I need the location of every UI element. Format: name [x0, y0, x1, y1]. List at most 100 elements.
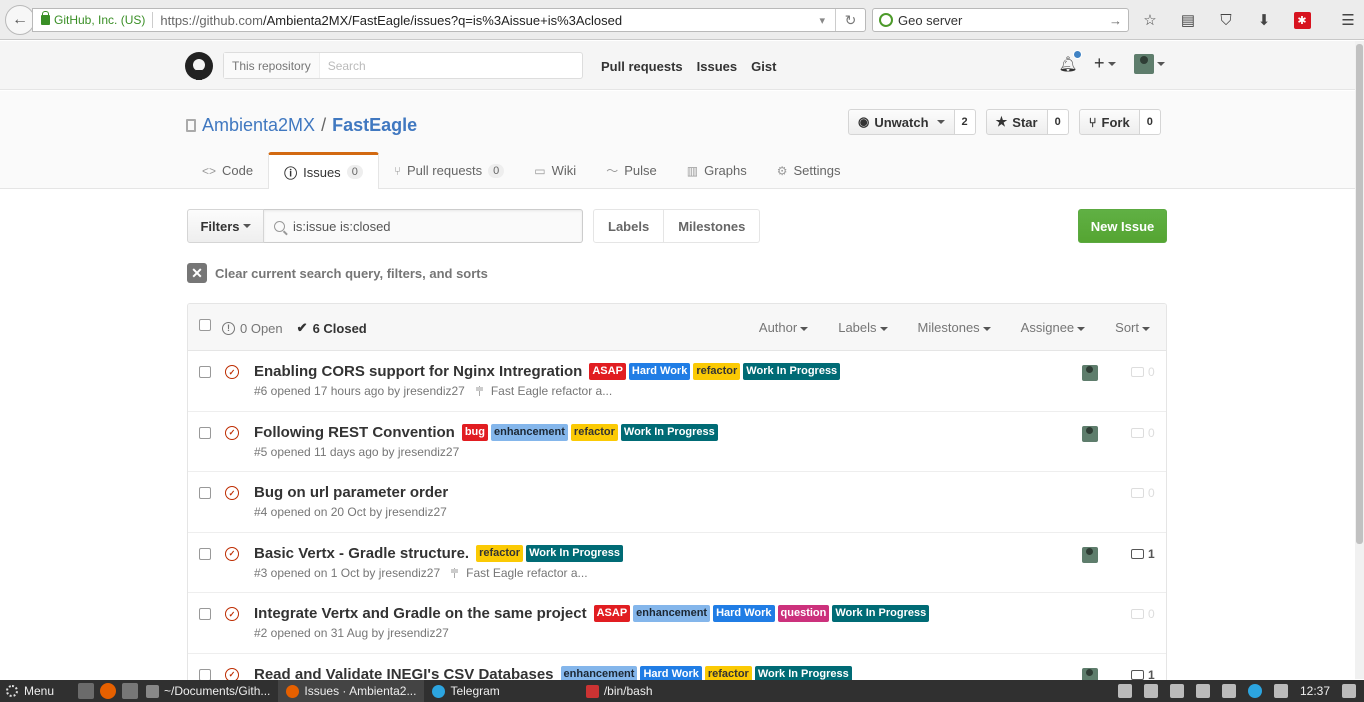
arrow-right-icon[interactable]: →: [1109, 13, 1122, 28]
tab-pulse[interactable]: 〜 Pulse: [591, 152, 672, 189]
create-new-button[interactable]: +: [1094, 53, 1116, 74]
user-icon[interactable]: [1117, 684, 1132, 698]
tab-code[interactable]: <> Code: [187, 152, 268, 189]
task-firefox[interactable]: Issues · Ambienta2...: [278, 680, 425, 702]
label-hard-work[interactable]: Hard Work: [628, 363, 691, 380]
stargazers-count[interactable]: 0: [1047, 109, 1069, 135]
nav-pull-requests[interactable]: Pull requests: [601, 59, 683, 74]
label-refactor[interactable]: refactor: [476, 544, 524, 562]
tab-graphs[interactable]: ▥ Graphs: [672, 152, 762, 189]
assignee-avatar[interactable]: [1082, 365, 1098, 381]
power-icon[interactable]: [1342, 684, 1356, 698]
search-input[interactable]: Search: [320, 59, 366, 73]
forks-count[interactable]: 0: [1139, 109, 1161, 135]
nav-issues[interactable]: Issues: [697, 59, 737, 74]
label-work-in-progress[interactable]: Work In Progress: [526, 544, 623, 562]
page-scrollbar[interactable]: [1355, 41, 1364, 679]
labels-filter[interactable]: Labels: [838, 320, 888, 335]
user-menu[interactable]: [1133, 53, 1165, 74]
issue-checkbox[interactable]: [199, 426, 211, 439]
bluetooth-icon[interactable]: [1143, 684, 1158, 698]
bookmark-star-icon[interactable]: ☆: [1140, 10, 1160, 30]
comments-link[interactable]: 0: [1131, 486, 1155, 500]
closed-issues-filter[interactable]: ✔ 6 Closed: [297, 320, 367, 336]
browser-search-input[interactable]: Geo server: [898, 13, 962, 28]
firefox-launcher-icon[interactable]: [100, 683, 116, 699]
label-bug[interactable]: bug: [461, 423, 488, 441]
comments-link[interactable]: 0: [1131, 426, 1155, 440]
site-identity[interactable]: GitHub, Inc. (US): [33, 11, 145, 27]
label-hard-work[interactable]: Hard Work: [713, 605, 775, 622]
label-work-in-progress[interactable]: Work In Progress: [743, 363, 841, 380]
issue-title-link[interactable]: Enabling CORS support for Nginx Intregra…: [254, 363, 582, 380]
issue-title-link[interactable]: Bug on url parameter order: [254, 484, 448, 501]
milestones-filter[interactable]: Milestones: [918, 320, 991, 335]
label-refactor[interactable]: refactor: [570, 423, 618, 441]
chevron-down-icon[interactable]: ▾: [819, 14, 825, 27]
reading-list-icon[interactable]: ▤: [1178, 10, 1198, 30]
label-refactor[interactable]: refactor: [693, 363, 741, 380]
assignee-avatar[interactable]: [1082, 425, 1098, 442]
label-work-in-progress[interactable]: Work In Progress: [832, 605, 930, 622]
back-button[interactable]: ←: [5, 4, 35, 35]
issue-checkbox[interactable]: [199, 608, 211, 620]
task-file-manager[interactable]: ~/Documents/Gith...: [138, 680, 278, 702]
github-logo-icon[interactable]: [185, 52, 213, 80]
comments-link[interactable]: 1: [1131, 547, 1155, 561]
tab-settings[interactable]: ⚙ Settings: [762, 152, 856, 189]
milestone-link[interactable]: Fast Eagle refactor a...: [475, 384, 612, 398]
url-text[interactable]: https://github.com/Ambienta2MX/FastEagle…: [160, 13, 622, 28]
telegram-tray-icon[interactable]: [1247, 684, 1262, 698]
comments-link[interactable]: 0: [1131, 365, 1155, 379]
folder-launcher-icon[interactable]: [122, 683, 138, 699]
reload-icon[interactable]: ↻: [835, 9, 865, 31]
fork-button[interactable]: ⑂ Fork: [1078, 109, 1140, 135]
select-all-checkbox[interactable]: [199, 319, 211, 331]
tab-issues[interactable]: ⓘ Issues 0: [268, 152, 379, 189]
site-search[interactable]: This repository Search: [223, 52, 583, 79]
pocket-icon[interactable]: ⛉: [1216, 10, 1236, 30]
clipboard-icon[interactable]: [1221, 684, 1236, 698]
notifications-bell-icon[interactable]: 🔔︎: [1058, 49, 1082, 74]
assignee-filter[interactable]: Assignee: [1021, 320, 1086, 335]
nav-gist[interactable]: Gist: [751, 59, 776, 74]
filters-dropdown[interactable]: Filters: [187, 209, 264, 243]
assignee-avatar[interactable]: [1082, 546, 1098, 563]
sort-filter[interactable]: Sort: [1115, 320, 1150, 335]
milestones-link[interactable]: Milestones: [664, 209, 761, 243]
url-bar[interactable]: GitHub, Inc. (US) https://github.com/Amb…: [32, 8, 866, 32]
scrollbar-thumb[interactable]: [1356, 44, 1363, 544]
clock[interactable]: 12:37: [1300, 684, 1330, 698]
label-question[interactable]: question: [777, 605, 830, 622]
task-terminal[interactable]: /bin/bash: [578, 680, 661, 702]
issue-title-link[interactable]: Integrate Vertx and Gradle on the same p…: [254, 605, 587, 622]
unwatch-button[interactable]: ◉ Unwatch: [848, 109, 955, 135]
issue-checkbox[interactable]: [199, 668, 211, 681]
start-menu-button[interactable]: Menu: [0, 684, 72, 698]
comments-link[interactable]: 0: [1131, 607, 1155, 621]
watchers-count[interactable]: 2: [954, 109, 976, 135]
task-telegram[interactable]: Telegram: [424, 680, 507, 702]
hamburger-menu-icon[interactable]: ☰: [1338, 10, 1358, 30]
issue-checkbox[interactable]: [199, 487, 211, 499]
wifi-icon[interactable]: [1169, 684, 1184, 698]
label-work-in-progress[interactable]: Work In Progress: [620, 423, 718, 441]
browser-search-box[interactable]: Geo server →: [872, 8, 1129, 32]
author-filter[interactable]: Author: [759, 320, 809, 335]
labels-link[interactable]: Labels: [593, 209, 665, 243]
label-asap[interactable]: ASAP: [593, 605, 631, 622]
label-enhancement[interactable]: enhancement: [633, 605, 711, 622]
addon-icon[interactable]: ✱: [1292, 10, 1312, 30]
repo-owner-link[interactable]: Ambienta2MX: [202, 115, 315, 136]
tab-wiki[interactable]: ▭ Wiki: [519, 152, 591, 189]
music-icon[interactable]: [1195, 684, 1210, 698]
file-manager-launcher-icon[interactable]: [78, 683, 94, 699]
download-icon[interactable]: ⬇: [1254, 10, 1274, 30]
issue-title-link[interactable]: Basic Vertx - Gradle structure.: [254, 545, 469, 562]
issue-checkbox[interactable]: [199, 547, 211, 560]
star-button[interactable]: ★ Star: [985, 109, 1048, 135]
tab-pull-requests[interactable]: ⑂ Pull requests 0: [379, 152, 519, 189]
new-issue-button[interactable]: New Issue: [1078, 209, 1167, 243]
volume-icon[interactable]: [1273, 684, 1288, 698]
issue-search-input[interactable]: is:issue is:closed: [264, 209, 583, 243]
